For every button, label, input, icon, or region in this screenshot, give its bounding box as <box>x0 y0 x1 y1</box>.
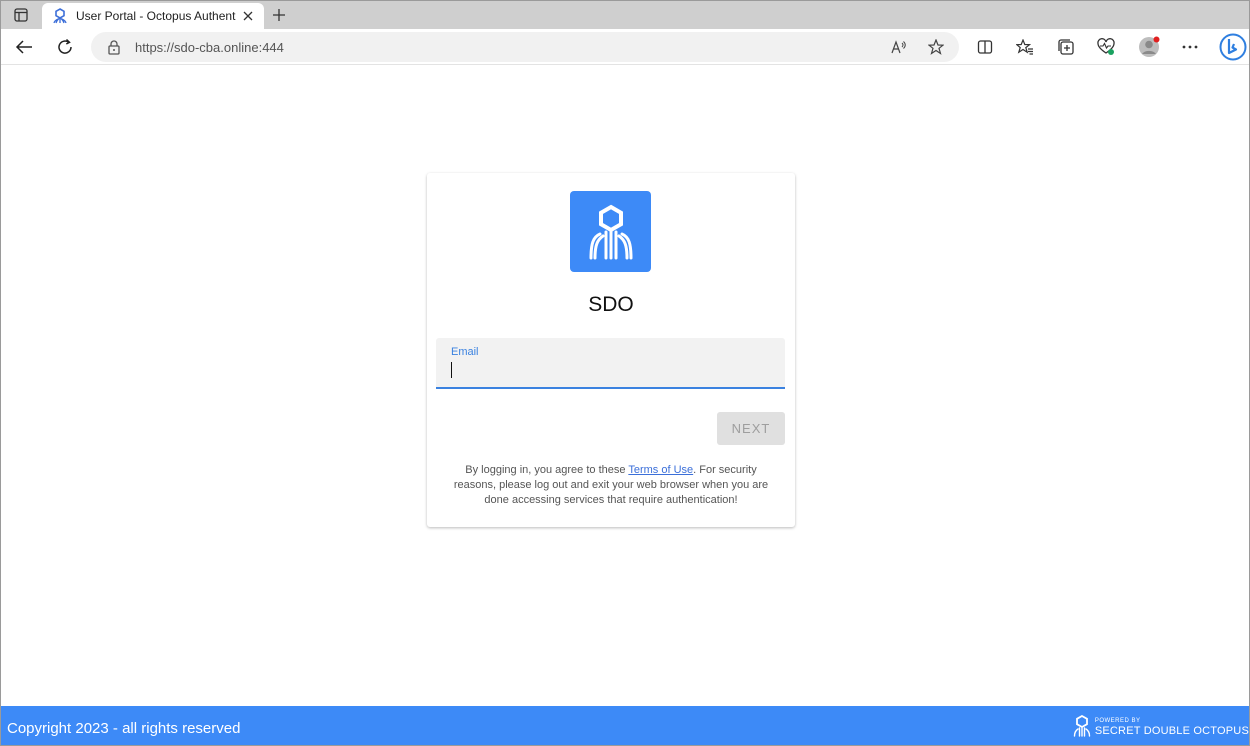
octopus-icon <box>52 8 68 24</box>
star-icon[interactable] <box>928 39 944 55</box>
powered-by-text: POWERED BY SECRET DOUBLE OCTOPUS <box>1095 718 1249 738</box>
login-card: SDO Email NEXT By logging in, you agree … <box>427 173 795 527</box>
refresh-icon[interactable] <box>55 37 75 57</box>
copyright-text: Copyright 2023 - all rights reserved <box>7 720 241 737</box>
powered-by-label: POWERED BY <box>1094 718 1141 724</box>
plus-icon[interactable] <box>269 6 289 24</box>
more-icon[interactable] <box>1181 38 1199 56</box>
tab-strip: User Portal - Octopus Authentica <box>1 1 1249 29</box>
collections-icon[interactable] <box>1057 38 1075 56</box>
split-screen-icon[interactable] <box>976 38 994 56</box>
email-label: Email <box>451 346 479 358</box>
lock-icon[interactable] <box>107 39 123 55</box>
page-viewport: SDO Email NEXT By logging in, you agree … <box>1 65 1249 706</box>
next-button[interactable]: NEXT <box>717 412 785 445</box>
terms-prefix: By logging in, you agree to these <box>465 464 629 476</box>
bing-icon[interactable] <box>1219 33 1247 61</box>
browser-tab[interactable]: User Portal - Octopus Authentica <box>42 3 264 29</box>
octopus-logo-icon <box>570 191 651 272</box>
octopus-icon <box>1073 714 1091 742</box>
address-bar[interactable]: https://sdo-cba.online:444 <box>91 32 959 62</box>
org-name: SDO <box>588 293 634 316</box>
url-text[interactable]: https://sdo-cba.online:444 <box>135 40 284 55</box>
tab-title: User Portal - Octopus Authentica <box>76 9 236 23</box>
brand-name: SECRET DOUBLE OCTOPUS <box>1094 725 1249 737</box>
back-arrow-icon[interactable] <box>14 37 34 57</box>
browser-window: User Portal - Octopus Authentica https:/… <box>0 0 1250 746</box>
text-caret <box>451 362 452 378</box>
profile-avatar-icon[interactable] <box>1138 36 1160 58</box>
favorites-icon[interactable] <box>1016 38 1034 56</box>
terms-of-use-link[interactable]: Terms of Use <box>628 464 693 476</box>
terms-text: By logging in, you agree to these Terms … <box>447 463 775 508</box>
tab-actions-icon[interactable] <box>9 6 33 24</box>
email-input[interactable] <box>449 360 769 382</box>
email-field[interactable]: Email <box>436 338 785 389</box>
page-footer: Copyright 2023 - all rights reserved POW… <box>1 706 1249 745</box>
powered-by-logo: POWERED BY SECRET DOUBLE OCTOPUS <box>1073 714 1249 742</box>
read-aloud-icon[interactable] <box>891 39 907 55</box>
browser-toolbar: https://sdo-cba.online:444 <box>1 29 1249 65</box>
close-icon[interactable] <box>240 8 256 24</box>
heart-pulse-icon[interactable] <box>1097 38 1115 56</box>
